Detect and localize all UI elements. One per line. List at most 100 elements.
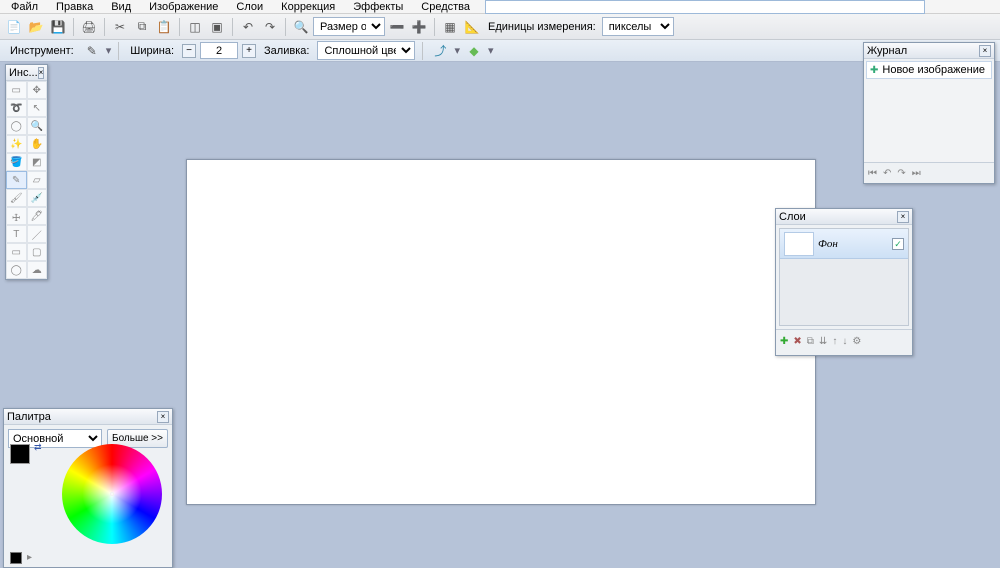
redo-button[interactable]: ↷: [260, 17, 280, 37]
antialias-button[interactable]: ⤴: [430, 41, 450, 61]
width-increment[interactable]: +: [242, 44, 256, 58]
units-combo[interactable]: пикселы: [602, 17, 674, 36]
tool-pencil[interactable]: ✎: [6, 171, 27, 189]
line-icon: ／: [32, 227, 42, 242]
zoom-out-button[interactable]: ➖: [387, 17, 407, 37]
fill-label: Заливка:: [260, 45, 313, 57]
open-file-button[interactable]: 📂: [26, 17, 46, 37]
tool-picker[interactable]: 💉: [27, 189, 48, 207]
tools-panel-close[interactable]: ×: [38, 67, 45, 79]
menu-file[interactable]: Файл: [2, 0, 47, 14]
copy-button[interactable]: ⧉: [132, 17, 152, 37]
reset-colors-icon[interactable]: [10, 552, 22, 564]
tool-ellipse-select[interactable]: ◯: [6, 117, 27, 135]
history-panel-close[interactable]: ×: [979, 45, 991, 57]
layer-down-icon[interactable]: ↓: [842, 336, 847, 347]
crop-button[interactable]: ◫: [185, 17, 205, 37]
canvas[interactable]: [186, 159, 816, 505]
deselect-button[interactable]: ▣: [207, 17, 227, 37]
tool-line[interactable]: ／: [27, 225, 48, 243]
resize-combo[interactable]: Размер от: [313, 17, 385, 36]
layers-panel-close[interactable]: ×: [897, 211, 909, 223]
tool-move[interactable]: ✥: [27, 81, 48, 99]
new-file-button[interactable]: 📄: [4, 17, 24, 37]
copy-icon: ⧉: [138, 19, 147, 34]
current-tool-icon[interactable]: ✎: [82, 41, 102, 61]
tool-move-select[interactable]: ↖: [27, 99, 48, 117]
layer-row[interactable]: Фон ✓: [780, 229, 908, 259]
tool-bucket[interactable]: 🪣: [6, 153, 27, 171]
history-panel-title: Журнал: [867, 45, 907, 57]
zoom-out-icon: ➖: [390, 20, 405, 34]
menu-adjust[interactable]: Коррекция: [272, 0, 344, 14]
layer-merge-icon[interactable]: ⇊: [819, 336, 827, 347]
history-item[interactable]: ✚ Новое изображение: [866, 61, 992, 79]
primary-color-swatch[interactable]: [10, 444, 30, 464]
width-decrement[interactable]: −: [182, 44, 196, 58]
layer-thumbnail: [784, 232, 814, 256]
tool-gradient[interactable]: ◩: [27, 153, 48, 171]
palette-panel-close[interactable]: ×: [157, 411, 169, 423]
layer-duplicate-icon[interactable]: ⧉: [807, 336, 814, 347]
tools-panel-title: Инс...: [9, 67, 38, 79]
tool-eraser[interactable]: ▱: [27, 171, 48, 189]
move-icon: ✥: [33, 85, 41, 96]
color-wheel[interactable]: [62, 444, 162, 544]
history-panel: Журнал × ✚ Новое изображение ⏮ ↶ ↷ ⏭: [863, 42, 995, 184]
cut-button[interactable]: ✂: [110, 17, 130, 37]
tool-freeform[interactable]: ☁: [27, 261, 48, 279]
width-input[interactable]: [200, 42, 238, 59]
new-image-icon: ✚: [870, 65, 878, 76]
save-button[interactable]: 💾: [48, 17, 68, 37]
undo-button[interactable]: ↶: [238, 17, 258, 37]
menu-image[interactable]: Изображение: [140, 0, 227, 14]
print-button[interactable]: 🖨: [79, 17, 99, 37]
save-icon: 💾: [51, 20, 66, 34]
tool-lasso[interactable]: ➰: [6, 99, 27, 117]
paste-button[interactable]: 📋: [154, 17, 174, 37]
tool-rectangle[interactable]: ▭: [6, 243, 27, 261]
layer-delete-icon[interactable]: ✖: [793, 336, 801, 347]
tool-pan[interactable]: ✋: [27, 135, 48, 153]
color-wheel-cursor: [110, 492, 114, 496]
history-last-icon[interactable]: ⏭: [912, 168, 921, 179]
palette-menu-icon[interactable]: ▸: [27, 552, 32, 564]
redo-icon: ↷: [265, 20, 275, 34]
tool-text[interactable]: T: [6, 225, 27, 243]
zoom-button[interactable]: 🔍: [291, 17, 311, 37]
tool-recolor[interactable]: 🖊: [27, 207, 48, 225]
tool-ellipse[interactable]: ◯: [6, 261, 27, 279]
layer-add-icon[interactable]: ✚: [780, 336, 788, 347]
layer-up-icon[interactable]: ↑: [832, 336, 837, 347]
tool-rect-select[interactable]: ▭: [6, 81, 27, 99]
wand-icon: ✨: [10, 139, 22, 150]
tool-roundrect[interactable]: ▢: [27, 243, 48, 261]
zoom-in-button[interactable]: ➕: [409, 17, 429, 37]
menu-layers[interactable]: Слои: [227, 0, 272, 14]
zoom-icon: 🔍: [294, 20, 309, 34]
rect-select-icon: ▭: [12, 85, 21, 96]
history-undo-icon[interactable]: ↶: [883, 168, 891, 179]
title-bar-input[interactable]: [485, 0, 925, 14]
width-label: Ширина:: [126, 45, 178, 57]
menu-effects[interactable]: Эффекты: [344, 0, 412, 14]
fill-combo[interactable]: Сплошной цвет: [317, 41, 415, 60]
menu-tools[interactable]: Средства: [412, 0, 479, 14]
ruler-button[interactable]: 📐: [462, 17, 482, 37]
grid-button[interactable]: ▦: [440, 17, 460, 37]
menu-view[interactable]: Вид: [102, 0, 140, 14]
history-list: ✚ Новое изображение: [864, 61, 994, 163]
layer-props-icon[interactable]: ⚙: [852, 336, 861, 347]
palette-panel-title: Палитра: [7, 411, 51, 423]
history-first-icon[interactable]: ⏮: [868, 168, 877, 179]
menu-edit[interactable]: Правка: [47, 0, 102, 14]
history-redo-icon[interactable]: ↷: [897, 168, 905, 179]
tool-wand[interactable]: ✨: [6, 135, 27, 153]
swap-colors-icon[interactable]: ⇄: [34, 442, 42, 453]
tool-zoom[interactable]: 🔍: [27, 117, 48, 135]
layer-visible-checkbox[interactable]: ✓: [892, 238, 904, 250]
tool-clone[interactable]: 🜊: [6, 207, 27, 225]
tool-brush[interactable]: 🖌: [6, 189, 27, 207]
roundrect-icon: ▢: [32, 247, 41, 258]
blend-button[interactable]: ◆: [464, 41, 484, 61]
